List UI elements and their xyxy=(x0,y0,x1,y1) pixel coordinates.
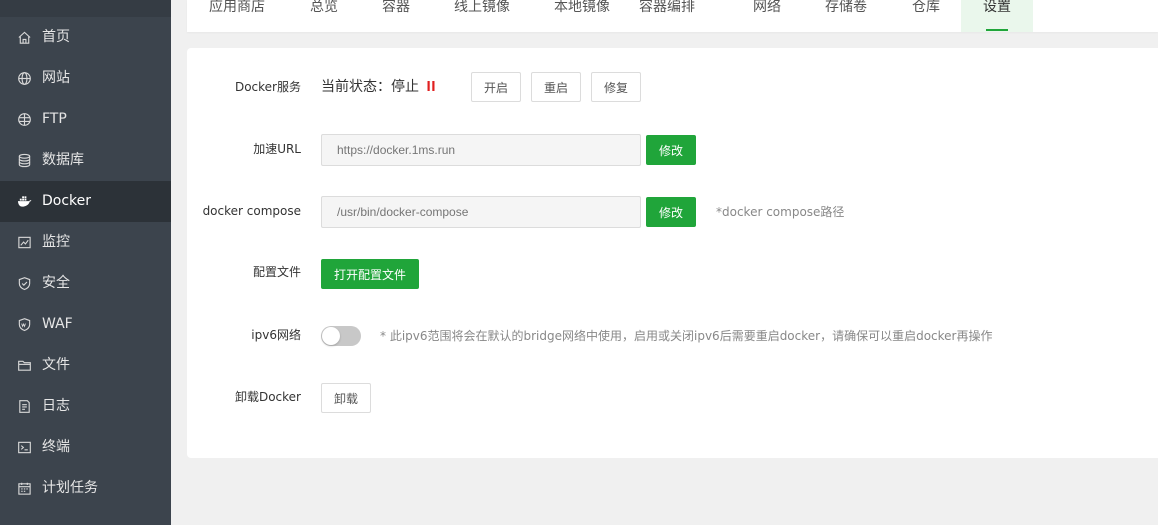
sidebar-item-security[interactable]: 安全 xyxy=(0,263,171,304)
active-tab-underline xyxy=(986,29,1008,31)
sidebar: 首页 网站 FTP 数据库 Docker 监控 安全 WAF 文件 日志 终端 … xyxy=(0,0,171,525)
log-icon xyxy=(16,399,32,415)
waf-shield-icon xyxy=(16,317,32,333)
ftp-globe-icon xyxy=(16,112,32,128)
sidebar-item-label: WAF xyxy=(42,316,73,332)
ipv6-network-label: ipv6网络 xyxy=(251,328,301,342)
modify-compose-path-button[interactable]: 修改 xyxy=(646,197,696,227)
shield-icon xyxy=(16,276,32,292)
sidebar-item-database[interactable]: 数据库 xyxy=(0,140,171,181)
toggle-knob xyxy=(322,327,340,345)
mirror-url-input[interactable] xyxy=(321,134,641,166)
docker-service-label: Docker服务 xyxy=(234,80,301,94)
repair-docker-button[interactable]: 修复 xyxy=(591,72,641,102)
compose-path-input[interactable] xyxy=(321,196,641,228)
config-file-label: 配置文件 xyxy=(252,265,301,279)
start-docker-button[interactable]: 开启 xyxy=(471,72,521,102)
tab-containers[interactable]: 容器 xyxy=(382,0,412,32)
tab-overview[interactable]: 总览 xyxy=(310,0,340,32)
sidebar-item-label: 数据库 xyxy=(42,152,84,168)
ipv6-toggle[interactable] xyxy=(321,326,361,346)
tab-local-images[interactable]: 本地镜像 xyxy=(554,0,612,32)
tab-online-images[interactable]: 线上镜像 xyxy=(454,0,512,32)
open-config-file-button[interactable]: 打开配置文件 xyxy=(321,259,419,289)
docker-status-text: 当前状态：停止 xyxy=(321,79,419,95)
calendar-icon xyxy=(16,481,32,497)
settings-panel: Docker服务 当前状态：停止 开启 重启 修复 加速URL 修改 docke… xyxy=(187,48,1158,458)
restart-docker-button[interactable]: 重启 xyxy=(531,72,581,102)
sidebar-item-cron[interactable]: 计划任务 xyxy=(0,468,171,509)
database-icon xyxy=(16,153,32,169)
sidebar-item-terminal[interactable]: 终端 xyxy=(0,427,171,468)
home-icon xyxy=(16,30,32,46)
sidebar-item-docker[interactable]: Docker xyxy=(0,181,171,222)
tab-compose[interactable]: 容器编排 xyxy=(639,0,697,32)
sidebar-item-home[interactable]: 首页 xyxy=(0,17,171,58)
globe-icon xyxy=(16,71,32,87)
sidebar-item-monitor[interactable]: 监控 xyxy=(0,222,171,263)
sidebar-item-ftp[interactable]: FTP xyxy=(0,99,171,140)
sidebar-item-files[interactable]: 文件 xyxy=(0,345,171,386)
mirror-url-label: 加速URL xyxy=(253,142,301,156)
folder-icon xyxy=(16,358,32,374)
uninstall-docker-label: 卸载Docker xyxy=(234,390,301,404)
sidebar-item-label: 终端 xyxy=(42,439,70,455)
docker-tab-bar: 应用商店 总览 容器 线上镜像 本地镜像 容器编排 网络 存储卷 仓库 设置 xyxy=(187,0,1158,32)
tab-volumes[interactable]: 存储卷 xyxy=(825,0,869,32)
tab-registry[interactable]: 仓库 xyxy=(912,0,942,32)
sidebar-item-label: 首页 xyxy=(42,29,70,45)
sidebar-item-label: 日志 xyxy=(42,398,70,414)
sidebar-item-label: Docker xyxy=(42,193,92,209)
terminal-icon xyxy=(16,440,32,456)
sidebar-item-label: 文件 xyxy=(42,357,70,373)
compose-path-hint: *docker compose路径 xyxy=(716,205,845,219)
docker-compose-label: docker compose xyxy=(202,204,301,218)
tab-settings[interactable]: 设置 xyxy=(961,0,1033,32)
sidebar-item-website[interactable]: 网站 xyxy=(0,58,171,99)
sidebar-top-strip xyxy=(0,0,171,17)
sidebar-item-label: 安全 xyxy=(42,275,70,291)
monitor-chart-icon xyxy=(16,235,32,251)
sidebar-item-waf[interactable]: WAF xyxy=(0,304,171,345)
stopped-status-icon xyxy=(427,81,435,91)
modify-mirror-url-button[interactable]: 修改 xyxy=(646,135,696,165)
sidebar-item-label: FTP xyxy=(42,111,67,127)
tab-app-store[interactable]: 应用商店 xyxy=(209,0,265,32)
sidebar-item-label: 计划任务 xyxy=(42,480,98,496)
sidebar-item-label: 网站 xyxy=(42,70,70,86)
ipv6-hint: * 此ipv6范围将会在默认的bridge网络中使用，启用或关闭ipv6后需要重… xyxy=(380,329,993,343)
uninstall-docker-button[interactable]: 卸载 xyxy=(321,383,371,413)
sidebar-item-logs[interactable]: 日志 xyxy=(0,386,171,427)
tab-network[interactable]: 网络 xyxy=(753,0,783,32)
sidebar-item-label: 监控 xyxy=(42,234,70,250)
docker-whale-icon xyxy=(16,194,32,210)
